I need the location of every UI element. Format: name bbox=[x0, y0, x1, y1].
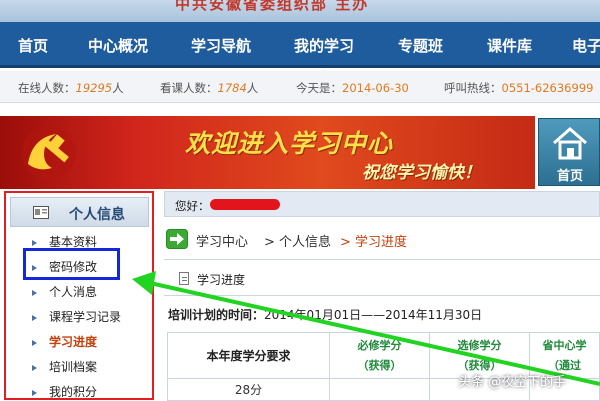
credit-table: 本年度学分要求 必修学分 （获得） 选修学分 （获得） 省中心学 （通过 28分 bbox=[167, 332, 600, 401]
nav-item-special-class[interactable]: 专题班 bbox=[398, 35, 443, 56]
watermark-text: 头条 @夜空下的手 bbox=[458, 375, 567, 390]
nav-item-my-study[interactable]: 我的学习 bbox=[294, 35, 354, 76]
house-icon bbox=[553, 127, 587, 160]
today-date: 今天是：2014-06-30 bbox=[296, 81, 409, 95]
site-title: 中共安徽省委组织部 主办 bbox=[175, 0, 370, 13]
document-icon bbox=[179, 272, 189, 285]
hotline: 呼叫热线：0551-62636999 bbox=[444, 81, 594, 95]
top-banner: 中共安徽省委组织部 主办 bbox=[0, 0, 600, 22]
total-credit-value: 28分 bbox=[167, 378, 330, 401]
bullet-icon bbox=[32, 339, 37, 346]
main-nav: 首页 中心概况 学习导航 我的学习 专题班 课件库 电子 bbox=[0, 22, 600, 76]
home-button[interactable]: 首页 bbox=[538, 118, 600, 186]
nav-item-electronic[interactable]: 电子 bbox=[572, 35, 600, 56]
welcome-title: 欢迎进入学习中心 bbox=[185, 129, 394, 158]
breadcrumb-current: > 学习进度 bbox=[340, 235, 408, 250]
sidebar-item-course-records[interactable]: 课程学习记录 bbox=[32, 308, 121, 325]
highlight-box-annotation bbox=[23, 248, 120, 280]
breadcrumb-personal-info[interactable]: > 个人信息 bbox=[264, 231, 331, 250]
sidebar-item-my-points[interactable]: 我的积分 bbox=[32, 383, 97, 400]
bullet-icon bbox=[32, 289, 37, 296]
id-card-icon bbox=[33, 206, 49, 219]
breadcrumb-learning-center[interactable]: 学习中心 bbox=[196, 231, 248, 250]
greeting-text: 您好： bbox=[175, 199, 210, 213]
required-credits-header: 必修学分 （获得） bbox=[329, 332, 430, 379]
greeting-bar: 您好： bbox=[164, 191, 600, 217]
welcome-subtitle: 祝您学习愉快！ bbox=[362, 163, 481, 183]
sidebar-item-messages[interactable]: 个人消息 bbox=[32, 283, 97, 300]
sidebar-header: 个人信息 bbox=[10, 197, 149, 227]
nav-item-courseware[interactable]: 课件库 bbox=[487, 35, 532, 56]
sidebar-title: 个人信息 bbox=[69, 207, 125, 223]
status-bar: 在线人数：19295人 看课人数：1784人 今天是：2014-06-30 呼叫… bbox=[0, 71, 600, 103]
welcome-banner: 欢迎进入学习中心 祝您学习愉快！ bbox=[0, 116, 535, 189]
sidebar-item-learning-progress[interactable]: 学习进度 bbox=[32, 333, 97, 350]
bullet-icon bbox=[32, 364, 37, 371]
bullet-icon bbox=[32, 389, 37, 396]
party-emblem-icon bbox=[22, 126, 76, 180]
section-header: 学习进度 bbox=[164, 266, 600, 292]
bullet-icon bbox=[32, 239, 37, 246]
nav-item-overview[interactable]: 中心概况 bbox=[88, 35, 148, 56]
bullet-icon bbox=[32, 314, 37, 321]
nav-item-home[interactable]: 首页 bbox=[18, 35, 48, 56]
sidebar-item-training-archive[interactable]: 培训档案 bbox=[32, 358, 97, 375]
home-button-label: 首页 bbox=[557, 169, 584, 184]
training-plan-period: 培训计划的时间：2014年01月01日——2014年11月30日 bbox=[168, 308, 483, 322]
viewing-count: 看课人数：1784人 bbox=[160, 81, 259, 95]
nav-item-study-guide[interactable]: 学习导航 bbox=[191, 35, 251, 56]
online-count: 在线人数：19295人 bbox=[18, 81, 124, 95]
credit-requirement-header: 本年度学分要求 bbox=[167, 332, 330, 379]
main-content: 您好： 学习中心 > 个人信息 > 学习进度 学习进度 培训计划的时间：2014… bbox=[164, 191, 600, 401]
redacted-username bbox=[210, 199, 280, 210]
arrow-right-icon bbox=[166, 229, 188, 249]
section-title: 学习进度 bbox=[197, 273, 246, 287]
